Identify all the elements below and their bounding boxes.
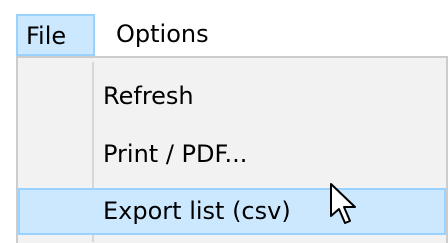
menu-item-print-pdf[interactable]: Print / PDF... [18, 132, 446, 179]
arrow-cursor-icon [330, 183, 356, 224]
app-window: File Options Refresh Print / PDF... Expo… [0, 0, 448, 243]
menu-bar: File Options [0, 0, 448, 56]
menu-item-export-list-csv[interactable]: Export list (csv) [18, 188, 446, 235]
menu-options[interactable]: Options [106, 14, 256, 56]
file-menu-dropdown: Refresh Print / PDF... Export list (csv) [16, 56, 448, 243]
menu-file[interactable]: File [16, 14, 95, 56]
menu-item-refresh[interactable]: Refresh [18, 74, 446, 121]
